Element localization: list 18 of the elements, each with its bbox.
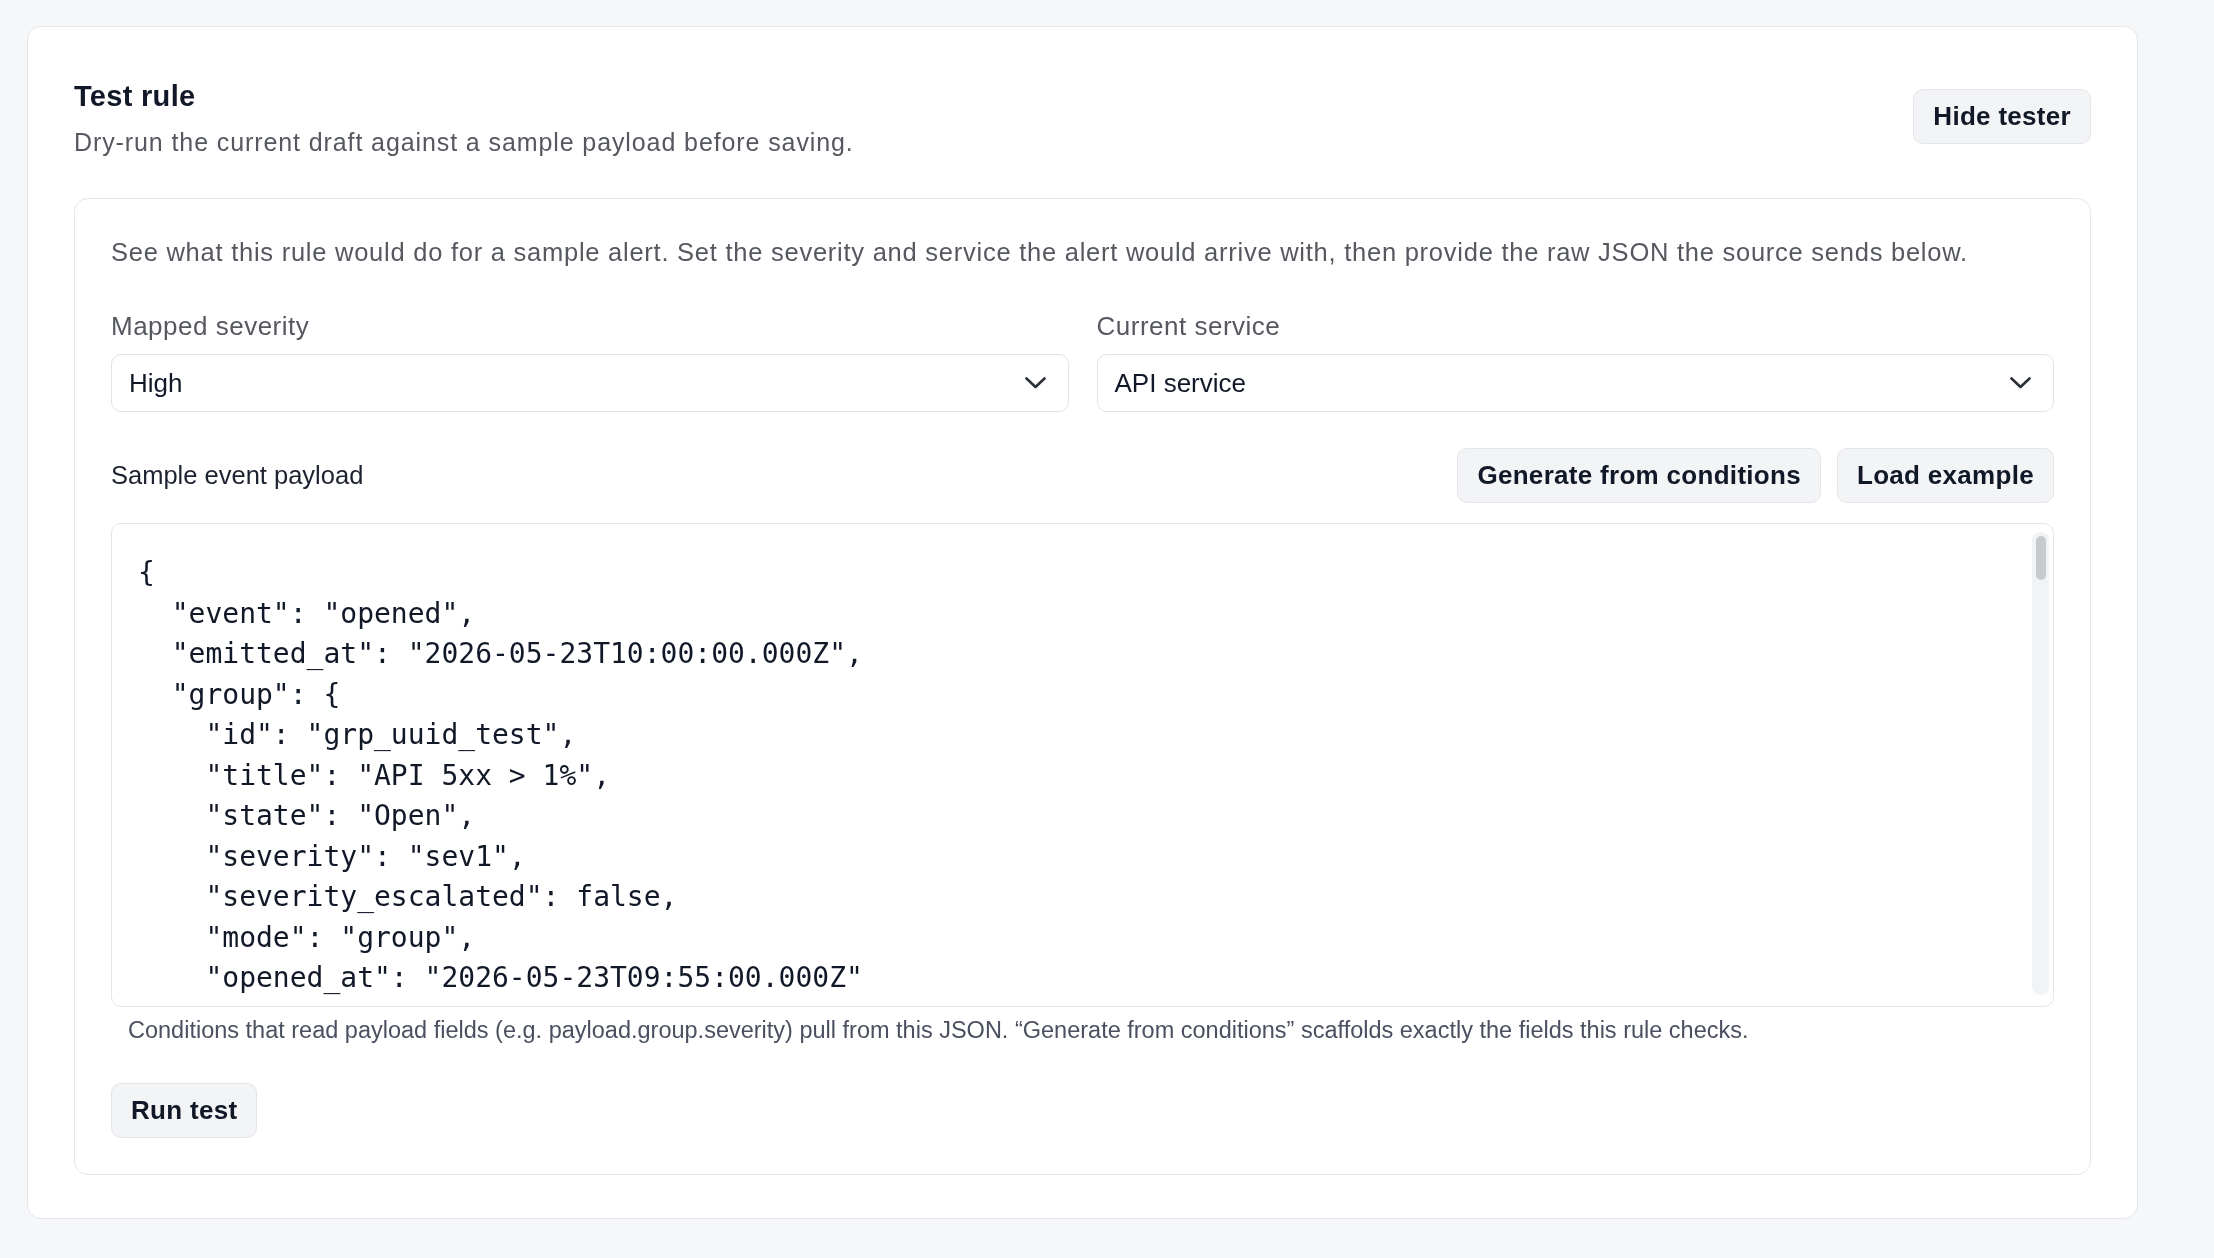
field-label: Current service [1096,309,1282,343]
help-text: Conditions that read payload fields (e.g. payload.group.severity) pull from this JSON. “Generate from conditions” scaffolds exactly the fields this rule checks. [128,1016,1750,1046]
select-field[interactable]: API service [1096,354,2054,413]
payload-editor[interactable]: { "event": "opened", "emitted_at": "2026-05-23T10:00:00.000Z", "group": { "id": "grp_uuid_test", "title": "API 5xx > 1%", "state": "Open", "severity": "sev1", "severity_escalated": false, "mode": "group", "opened_at": "2026-05-23T09:55:00.000Z" [111,523,2054,1008]
load-example-button[interactable]: Load example [1837,448,2054,504]
run-test-button[interactable]: Run test [111,1082,258,1138]
scrollbar-thumb[interactable] [2036,536,2046,581]
panel-subtitle: Dry-run the current draft against a sample payload before saving. [74,127,854,159]
payload-label: Sample event payload [111,460,364,492]
generate-button[interactable]: Generate from conditions [1457,448,1821,504]
chevron-down-icon [1024,377,1046,390]
select-field[interactable]: High [111,354,1069,413]
tester-description: See what this rule would do for a sample alert. Set the severity and service the alert would arrive with, then provide the raw JSON the source sends below. [111,237,1969,268]
scrollbar-track[interactable] [2032,532,2049,996]
hide-tester-button[interactable]: Hide tester [1913,89,2091,144]
chevron-down-icon [2010,377,2031,390]
panel-title: Test rule [74,79,197,114]
field-label: Mapped severity [111,309,311,343]
